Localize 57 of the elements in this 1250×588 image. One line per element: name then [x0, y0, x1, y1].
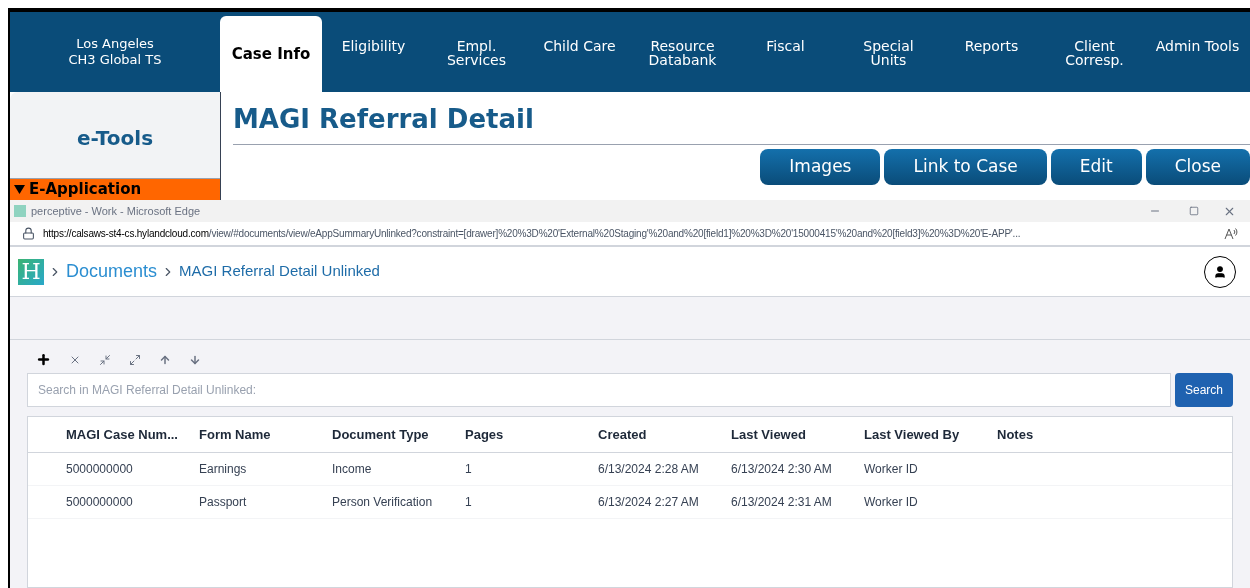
nav-tab[interactable]: Client Corresp. — [1043, 16, 1146, 92]
sidebar-title: e-Tools — [75, 125, 155, 152]
search-button[interactable]: Search — [1174, 373, 1233, 407]
collapse-icon[interactable] — [99, 353, 111, 366]
table-cell: 6/13/2024 2:31 AM — [731, 495, 832, 509]
column-header[interactable]: Document Type — [332, 424, 465, 445]
table-cell: 6/13/2024 2:30 AM — [731, 462, 832, 476]
table-cell: 6/13/2024 2:28 AM — [598, 462, 699, 476]
table-cell: Passport — [199, 495, 247, 509]
table-cell: Worker ID — [864, 462, 918, 476]
column-header[interactable]: MAGI Case Num... — [66, 424, 199, 445]
nav-tab[interactable]: Special Units — [837, 16, 940, 92]
nav-tab[interactable]: Reports — [940, 16, 1043, 92]
action-button[interactable]: Edit — [1050, 149, 1142, 185]
expand-icon[interactable] — [129, 353, 141, 366]
url-field[interactable]: https://calsaws-st4-cs.hylandcloud.com/view/#documents/view/eAppSummaryUnlinked?constraint=[drawer]%20%3D%20'External%20Staging'%20and%20[field1]%20%3D%20'15000415'%20and%20[field3]%20%3D%20'E-APP'... — [43, 226, 1021, 241]
read-aloud-icon[interactable] — [1224, 227, 1238, 240]
table-cell: 5000000000 — [66, 462, 133, 476]
action-button[interactable]: Link to Case — [884, 149, 1047, 185]
column-header[interactable]: Pages — [465, 424, 598, 445]
table-cell: Income — [332, 462, 372, 476]
table-cell: 6/13/2024 2:27 AM — [598, 495, 699, 509]
nav-tab[interactable]: Case Info — [220, 16, 322, 92]
section-header[interactable]: E-Application — [10, 178, 220, 200]
move-down-icon[interactable] — [189, 353, 201, 366]
county-name: Los Angeles — [76, 35, 154, 52]
column-header[interactable]: Last Viewed — [731, 424, 864, 445]
table-cell: Worker ID — [864, 495, 918, 509]
lock-icon — [22, 227, 35, 240]
breadcrumb-link[interactable]: MAGI Referral Detail Unlinked — [179, 260, 380, 283]
page-title: MAGI Referral Detail — [233, 106, 535, 132]
table-cell: Person Verification — [332, 495, 433, 509]
breadcrumb-link[interactable]: Documents — [66, 258, 158, 285]
nav-tab[interactable]: Fiscal — [734, 16, 837, 92]
action-button[interactable]: Close — [1145, 149, 1250, 185]
browser-logo-icon — [14, 205, 26, 217]
nav-tab[interactable]: Child Care — [528, 16, 631, 92]
search-field[interactable]: Search in MAGI Referral Detail Unlinked: — [27, 373, 1171, 407]
nav-tab[interactable]: Empl. Services — [425, 16, 528, 92]
table-cell: Earnings — [199, 462, 247, 476]
nav-tab[interactable]: Eligibility — [322, 16, 425, 92]
table-cell: 1 — [465, 495, 472, 509]
column-header[interactable]: Last Viewed By — [864, 424, 997, 445]
column-header[interactable]: Created — [598, 424, 731, 445]
column-header[interactable]: Notes — [997, 424, 1130, 445]
caret-icon — [14, 185, 25, 194]
table-cell: 5000000000 — [66, 495, 133, 509]
move-up-icon[interactable] — [159, 353, 171, 366]
office-name: CH3 Global TS — [68, 52, 162, 69]
nav-tab[interactable]: Admin Tools — [1146, 16, 1249, 92]
window-title: perceptive - Work - Microsoft Edge — [31, 203, 201, 219]
table-cell: 1 — [465, 462, 472, 476]
nav-tab[interactable]: Resource Databank — [631, 16, 734, 92]
action-button[interactable]: Images — [760, 149, 881, 185]
add-icon[interactable] — [36, 352, 51, 367]
column-header[interactable]: Form Name — [199, 424, 332, 445]
maximize-icon[interactable] — [1189, 206, 1199, 216]
